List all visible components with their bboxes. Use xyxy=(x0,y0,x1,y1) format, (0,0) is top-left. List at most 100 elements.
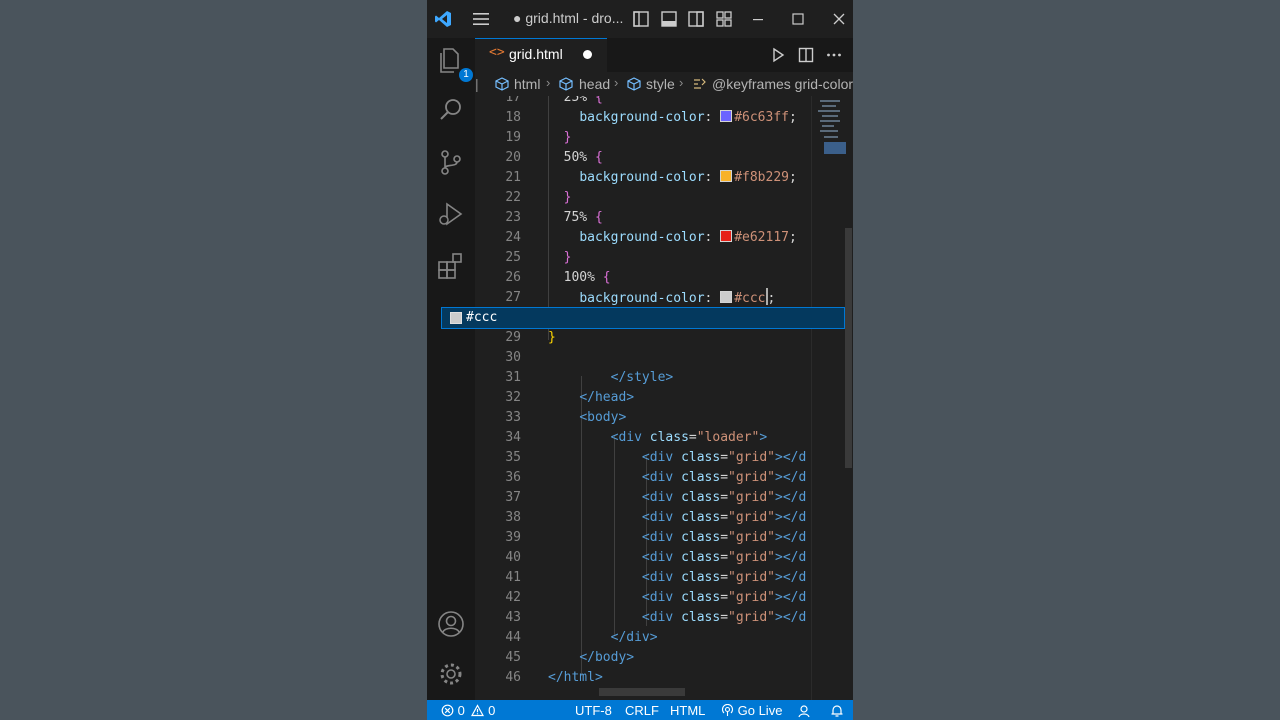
code-line[interactable]: <div class="grid"></d xyxy=(548,548,806,568)
breadcrumb-item-keyframes[interactable]: @keyframes grid-color xyxy=(712,76,853,92)
maximize-icon[interactable] xyxy=(788,9,808,29)
code-line[interactable]: <div class="grid"></d xyxy=(548,608,806,628)
notifications-bell-icon[interactable] xyxy=(830,704,844,718)
tab-label: grid.html xyxy=(509,46,563,62)
customize-layout-icon[interactable] xyxy=(714,9,734,29)
code-line[interactable]: background-color: #e62117; xyxy=(548,228,797,248)
code-line[interactable]: 25% { xyxy=(548,96,603,108)
autocomplete-suggestion[interactable]: #ccc xyxy=(441,307,845,329)
layout-panel-icon[interactable] xyxy=(659,9,679,29)
explorer-icon[interactable]: 1 xyxy=(435,44,473,82)
line-number: 18 xyxy=(505,110,521,125)
more-actions-icon[interactable] xyxy=(825,46,843,64)
minimize-icon[interactable] xyxy=(748,9,768,29)
run-icon[interactable] xyxy=(769,46,787,64)
color-swatch-icon[interactable] xyxy=(720,110,733,122)
vertical-scrollbar[interactable] xyxy=(845,228,852,468)
language-mode[interactable]: HTML xyxy=(670,703,705,718)
line-number: 26 xyxy=(505,270,521,285)
code-line[interactable]: } xyxy=(548,248,572,268)
go-live-button[interactable]: Go Live xyxy=(721,703,782,718)
element-icon xyxy=(627,77,641,91)
color-swatch-icon[interactable] xyxy=(720,170,733,182)
code-line[interactable]: 50% { xyxy=(548,148,603,168)
color-swatch-icon[interactable] xyxy=(720,230,733,242)
horizontal-scrollbar[interactable] xyxy=(599,688,685,696)
line-number: 36 xyxy=(505,470,521,485)
menu-icon[interactable] xyxy=(471,9,491,29)
code-line[interactable]: <div class="loader"> xyxy=(548,428,768,448)
code-line[interactable]: </head> xyxy=(548,388,634,408)
code-line[interactable]: <body> xyxy=(548,408,626,428)
code-line[interactable]: <div class="grid"></d xyxy=(548,508,806,528)
code-line[interactable]: background-color: #ccc; xyxy=(548,288,775,308)
broadcast-icon xyxy=(721,703,734,716)
code-line[interactable]: background-color: #f8b229; xyxy=(548,168,797,188)
breadcrumb-item-head[interactable]: head xyxy=(579,76,610,92)
tab-grid-html[interactable]: <> grid.html xyxy=(475,38,607,72)
code-line[interactable]: <div class="grid"></d xyxy=(548,448,806,468)
extensions-icon[interactable] xyxy=(435,250,467,282)
minimap-line xyxy=(822,115,838,117)
code-line[interactable]: <div class="grid"></d xyxy=(548,528,806,548)
line-number: 35 xyxy=(505,450,521,465)
layout-sidebar-right-icon[interactable] xyxy=(686,9,706,29)
code-line[interactable]: </body> xyxy=(548,648,634,668)
line-number: 25 xyxy=(505,250,521,265)
activity-bar: 1 xyxy=(427,38,475,700)
minimap-line xyxy=(820,130,838,132)
minimap-line xyxy=(822,105,836,107)
line-number: 17 xyxy=(505,96,521,105)
code-line[interactable]: 100% { xyxy=(548,268,611,288)
code-line[interactable]: } xyxy=(548,328,556,348)
code-line[interactable]: </html> xyxy=(548,668,603,688)
breadcrumb-item-style[interactable]: style xyxy=(646,76,675,92)
split-editor-icon[interactable] xyxy=(797,46,815,64)
color-swatch-icon xyxy=(450,312,462,324)
code-editor[interactable]: 1718192021222324252627282930313233343536… xyxy=(475,96,811,700)
source-control-icon[interactable] xyxy=(435,146,467,178)
code-line[interactable]: <div class="grid"></d xyxy=(548,568,806,588)
line-number: 45 xyxy=(505,650,521,665)
breadcrumb: | html › head › style › @keyframes grid-… xyxy=(475,72,853,96)
account-icon[interactable] xyxy=(435,608,467,640)
line-number: 38 xyxy=(505,510,521,525)
line-number: 40 xyxy=(505,550,521,565)
error-icon xyxy=(441,704,454,717)
line-number: 24 xyxy=(505,230,521,245)
breadcrumb-item-html[interactable]: html xyxy=(514,76,540,92)
code-line[interactable]: <div class="grid"></d xyxy=(548,588,806,608)
code-line[interactable]: } xyxy=(548,128,572,148)
accounts-icon[interactable] xyxy=(798,704,812,718)
line-number: 33 xyxy=(505,410,521,425)
code-area[interactable]: 25% { background-color: #6c63ff; } 50% {… xyxy=(548,96,811,700)
color-swatch-icon[interactable] xyxy=(720,291,733,303)
line-number: 37 xyxy=(505,490,521,505)
line-number: 29 xyxy=(505,330,521,345)
code-line[interactable]: 75% { xyxy=(548,208,603,228)
search-icon[interactable] xyxy=(435,94,467,126)
unsaved-dot-icon[interactable] xyxy=(583,50,592,59)
line-number: 31 xyxy=(505,370,521,385)
settings-gear-icon[interactable] xyxy=(435,658,467,690)
code-line[interactable]: } xyxy=(548,188,572,208)
chevron-right-icon: › xyxy=(614,75,619,90)
run-debug-icon[interactable] xyxy=(435,198,467,230)
eol-indicator[interactable]: CRLF xyxy=(625,703,659,718)
minimap-line xyxy=(824,136,838,138)
code-line[interactable]: <div class="grid"></d xyxy=(548,468,806,488)
minimap-line xyxy=(820,100,840,102)
encoding-indicator[interactable]: UTF-8 xyxy=(575,703,612,718)
vscode-window: ● grid.html - dro... 1 <> grid.html | ht… xyxy=(427,0,853,720)
line-number: 23 xyxy=(505,210,521,225)
problems-indicator[interactable]: 0 0 xyxy=(441,703,495,718)
close-icon[interactable] xyxy=(829,9,849,29)
error-count: 0 xyxy=(457,703,465,718)
text-cursor xyxy=(765,288,768,305)
code-line[interactable]: </div> xyxy=(548,628,658,648)
code-line[interactable]: background-color: #6c63ff; xyxy=(548,108,797,128)
minimap-line xyxy=(824,142,846,154)
code-line[interactable]: <div class="grid"></d xyxy=(548,488,806,508)
layout-sidebar-left-icon[interactable] xyxy=(631,9,651,29)
code-line[interactable]: </style> xyxy=(548,368,674,388)
